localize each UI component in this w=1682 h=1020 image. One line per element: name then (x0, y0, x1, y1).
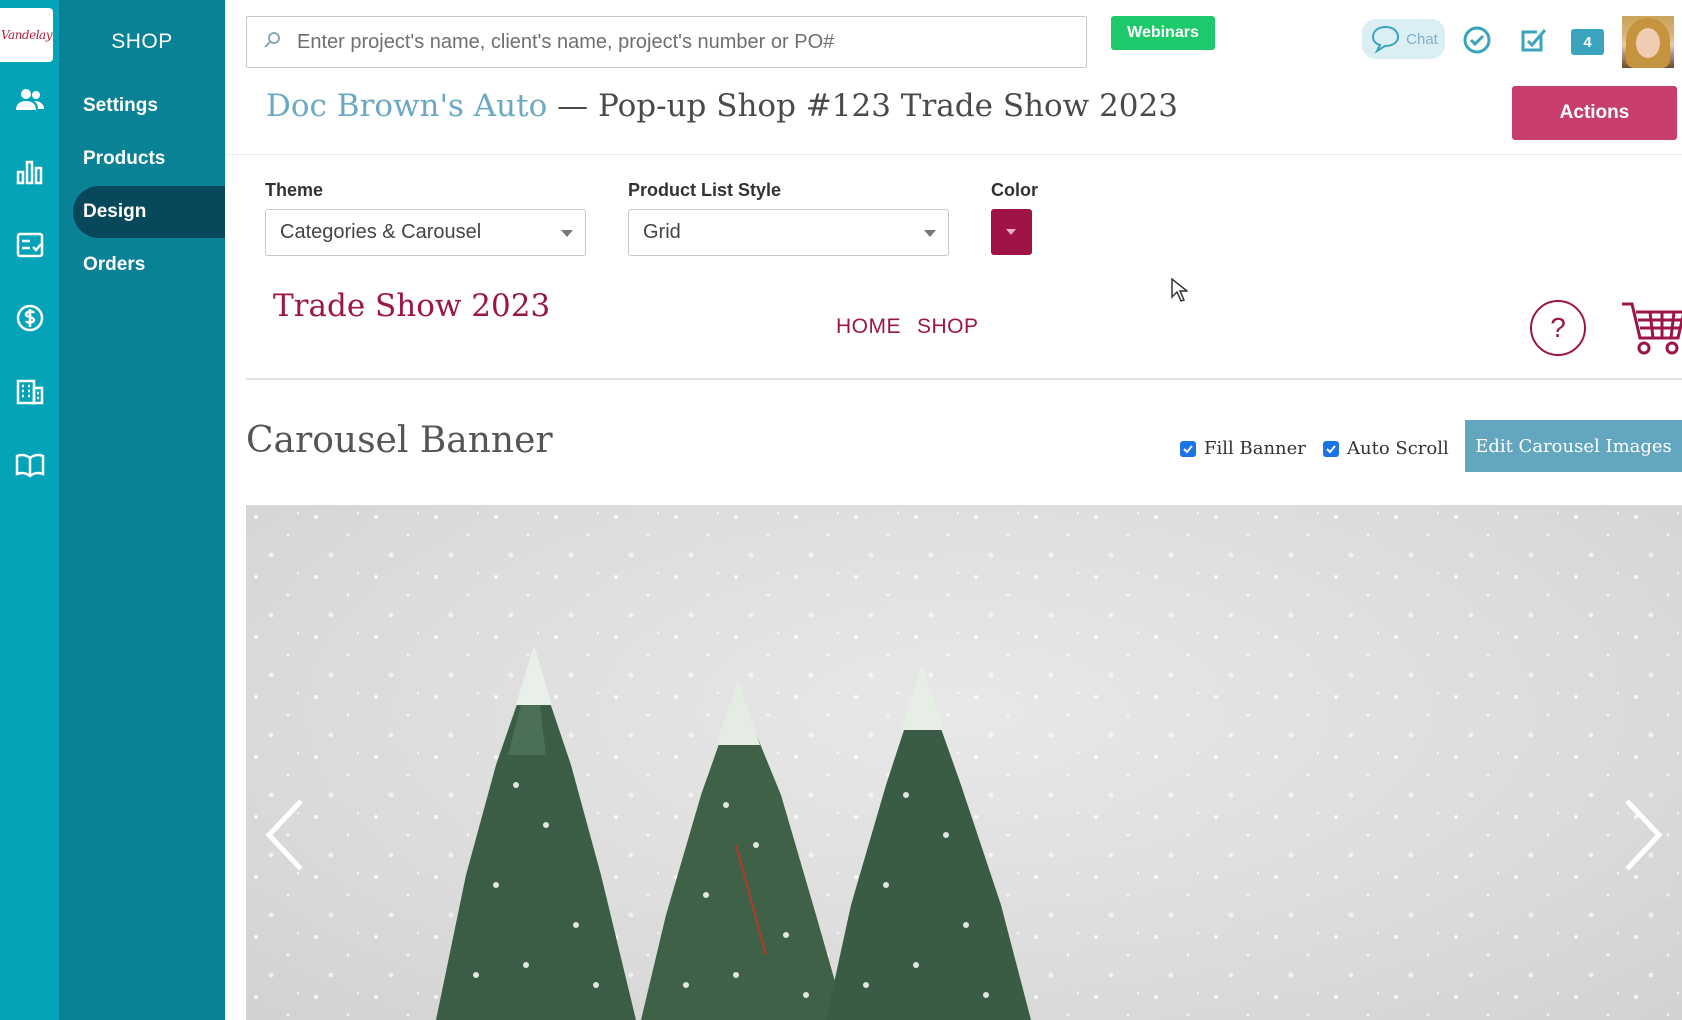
store-nav-home[interactable]: HOME (836, 315, 901, 339)
carousel-prev-arrow-icon[interactable] (261, 795, 309, 875)
checkbox-checked-icon (1180, 440, 1196, 457)
search-bar (246, 16, 1087, 68)
carousel-title: Carousel Banner (246, 420, 553, 461)
snowy-trees-image (246, 505, 1682, 1020)
book-icon[interactable] (0, 445, 59, 485)
bar-chart-icon[interactable] (0, 152, 59, 192)
subnav-item-design[interactable]: Design (73, 186, 225, 238)
search-input[interactable] (297, 30, 1086, 54)
chat-label: Chat (1406, 30, 1438, 48)
dollar-icon[interactable] (0, 298, 59, 338)
carousel-banner-image (246, 505, 1682, 1020)
auto-scroll-label: Auto Scroll (1347, 438, 1449, 459)
chat-button[interactable]: Chat (1362, 19, 1445, 59)
edit-carousel-images-button[interactable]: Edit Carousel Images (1465, 420, 1682, 472)
building-icon[interactable] (0, 372, 59, 412)
main-content: Webinars Chat 4 Doc Brown's Auto — Pop-u… (225, 0, 1682, 1020)
title-separator: — (547, 88, 598, 124)
cart-icon[interactable] (1620, 300, 1682, 358)
avatar[interactable] (1622, 16, 1674, 68)
webinars-button[interactable]: Webinars (1111, 16, 1215, 50)
fill-banner-label: Fill Banner (1204, 438, 1306, 459)
theme-select-value: Categories & Carousel (280, 221, 482, 243)
store-nav: HOME SHOP (836, 315, 979, 339)
actions-button[interactable]: Actions (1512, 86, 1677, 140)
brand-logo[interactable]: Vandelay (0, 8, 53, 62)
shop-subnav: SHOP Settings Products Design Orders (59, 0, 225, 1020)
carousel-next-arrow-icon[interactable] (1619, 795, 1667, 875)
chevron-down-icon (1006, 229, 1016, 235)
notification-badge[interactable]: 4 (1571, 29, 1604, 55)
checkbox-checked-icon (1323, 440, 1339, 457)
subnav-item-settings[interactable]: Settings (73, 80, 225, 132)
chevron-down-icon (924, 230, 936, 237)
list-style-select-value: Grid (643, 221, 681, 243)
theme-select[interactable]: Categories & Carousel (265, 209, 586, 256)
search-icon (247, 31, 297, 54)
help-symbol: ? (1550, 312, 1566, 343)
store-title: Trade Show 2023 (273, 288, 551, 324)
brand-logo-text: Vandelay (0, 28, 53, 42)
subnav-title: SHOP (111, 30, 173, 53)
clock-check-icon[interactable] (1459, 22, 1495, 58)
store-preview-header: Trade Show 2023 HOME SHOP ? (246, 270, 1682, 380)
task-edit-icon[interactable] (1515, 22, 1551, 58)
subnav-item-products[interactable]: Products (73, 133, 225, 185)
chevron-down-icon (561, 230, 573, 237)
fill-banner-checkbox[interactable]: Fill Banner (1180, 438, 1306, 459)
color-picker[interactable] (991, 209, 1032, 255)
subnav-item-orders[interactable]: Orders (73, 239, 225, 291)
users-icon[interactable] (0, 80, 59, 120)
project-name: Pop-up Shop #123 Trade Show 2023 (597, 88, 1178, 124)
color-label: Color (991, 180, 1038, 200)
store-nav-shop[interactable]: SHOP (917, 315, 979, 339)
list-style-label: Product List Style (628, 180, 782, 200)
page-title: Doc Brown's Auto — Pop-up Shop #123 Trad… (266, 88, 1178, 124)
header-divider (225, 154, 1682, 155)
icon-rail: Vandelay (0, 0, 59, 1020)
list-style-select[interactable]: Grid (628, 209, 949, 256)
help-icon[interactable]: ? (1530, 300, 1586, 356)
client-name-link[interactable]: Doc Brown's Auto (266, 88, 547, 124)
theme-label: Theme (265, 180, 324, 200)
checklist-icon[interactable] (0, 225, 59, 265)
auto-scroll-checkbox[interactable]: Auto Scroll (1323, 438, 1449, 459)
